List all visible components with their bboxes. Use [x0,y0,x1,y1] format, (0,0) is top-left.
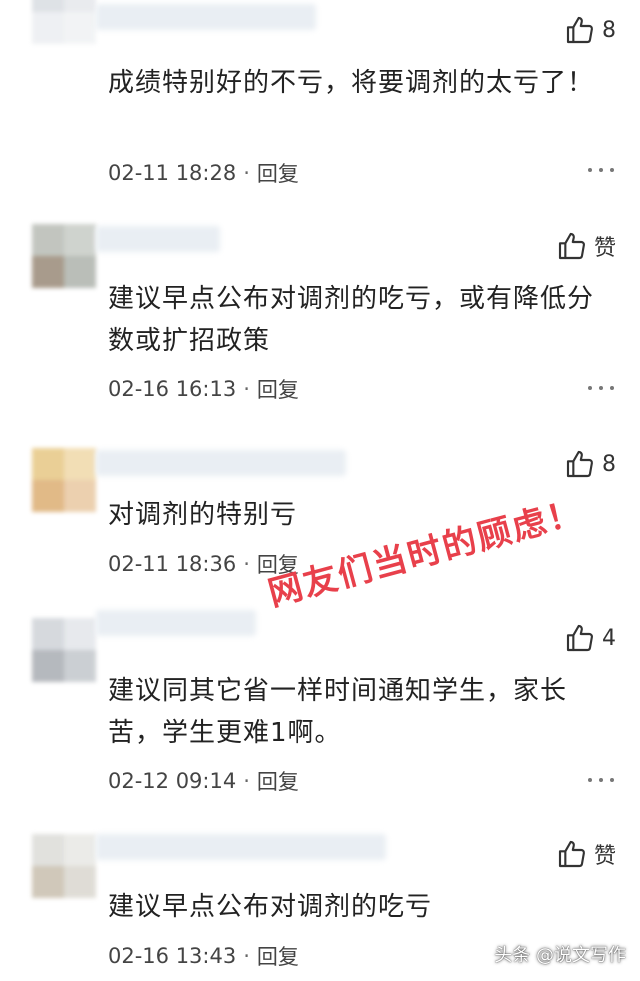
timestamp: 02-16 13:43 [108,944,237,968]
like-count: 赞 [593,236,616,261]
comment-text: 成绩特别好的不亏，将要调剂的太亏了！ [108,68,595,98]
avatar[interactable] [32,448,96,512]
more-dots-icon[interactable] [588,386,614,390]
username[interactable] [96,450,346,476]
like-count: 赞 [593,844,616,869]
thumbs-up-icon [558,232,585,260]
username[interactable] [96,834,386,860]
comment-text: 建议早点公布对调剂的吃亏，或有降低分数或扩招政策 [108,284,595,356]
timestamp: 02-16 16:13 [108,377,237,401]
avatar[interactable] [32,0,96,44]
like-count: 8 [602,17,616,43]
more-dots-icon[interactable] [588,168,614,172]
timestamp: 02-12 09:14 [108,769,237,793]
avatar[interactable] [32,834,96,898]
timestamp: 02-11 18:28 [108,161,237,185]
comment-meta: 02-11 18:28 · 回复 [108,158,299,188]
like-button[interactable]: 赞 [556,838,616,870]
more-dots-icon[interactable] [588,778,614,782]
like-button[interactable]: 8 [564,448,616,480]
comment-text: 建议同其它省一样时间通知学生，家长苦，学生更难1啊。 [108,676,568,748]
separator: · [243,552,250,576]
username[interactable] [96,226,220,252]
like-count: 8 [602,451,616,477]
reply-button[interactable]: 回复 [257,941,299,971]
reply-button[interactable]: 回复 [257,374,299,404]
username[interactable] [96,610,256,636]
like-button[interactable]: 4 [564,622,616,654]
like-button[interactable]: 赞 [556,230,616,262]
reply-button[interactable]: 回复 [257,158,299,188]
comment-meta: 02-16 16:13 · 回复 [108,374,299,404]
comment-feed: 8 成绩特别好的不亏，将要调剂的太亏了！ 02-11 18:28 · 回复 赞 … [0,0,640,981]
thumbs-up-icon [566,16,593,44]
comment-meta: 02-16 13:43 · 回复 [108,941,299,971]
comment-meta: 02-12 09:14 · 回复 [108,766,299,796]
separator: · [243,377,250,401]
timestamp: 02-11 18:36 [108,552,237,576]
reply-button[interactable]: 回复 [257,766,299,796]
thumbs-up-icon [566,624,593,652]
separator: · [243,769,250,793]
thumbs-up-icon [558,840,585,868]
separator: · [243,944,250,968]
separator: · [243,161,250,185]
avatar[interactable] [32,224,96,288]
watermark: 头条 @说文写作 [494,945,626,966]
avatar[interactable] [32,618,96,682]
comment-text: 建议早点公布对调剂的吃亏 [108,892,433,922]
thumbs-up-icon [566,450,593,478]
like-button[interactable]: 8 [564,14,616,46]
like-count: 4 [602,625,616,651]
username[interactable] [96,4,316,30]
